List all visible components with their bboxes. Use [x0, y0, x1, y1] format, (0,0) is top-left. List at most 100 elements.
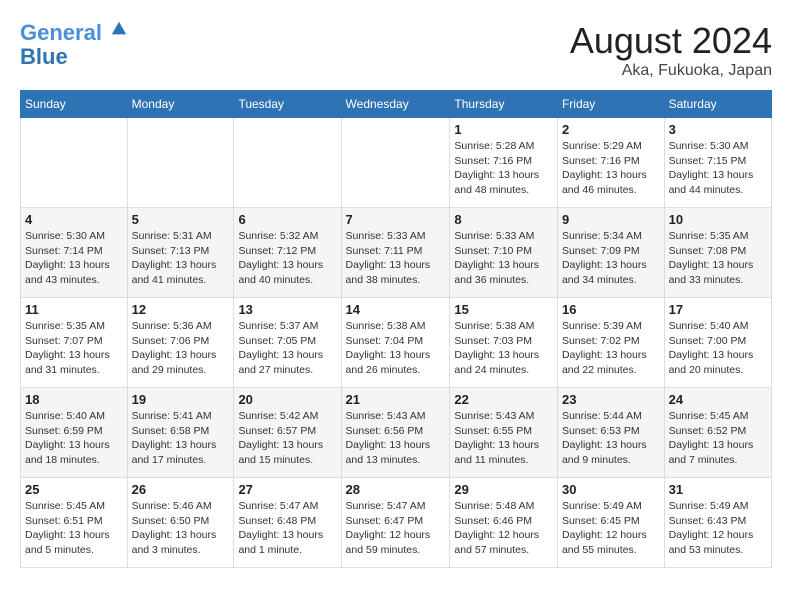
calendar-cell: 3 Sunrise: 5:30 AM Sunset: 7:15 PM Daylig…	[664, 118, 771, 208]
day-info: Sunrise: 5:29 AM Sunset: 7:16 PM Dayligh…	[562, 139, 660, 198]
weekday-header-tuesday: Tuesday	[234, 91, 341, 118]
calendar-cell: 5 Sunrise: 5:31 AM Sunset: 7:13 PM Daylig…	[127, 208, 234, 298]
day-number: 8	[454, 212, 553, 227]
day-number: 24	[669, 392, 767, 407]
calendar-cell: 24 Sunrise: 5:45 AM Sunset: 6:52 PM Dayli…	[664, 388, 771, 478]
day-number: 20	[238, 392, 336, 407]
calendar-cell: 18 Sunrise: 5:40 AM Sunset: 6:59 PM Dayli…	[21, 388, 128, 478]
day-number: 26	[132, 482, 230, 497]
calendar-cell: 16Sunrise: 5:39 AM Sunset: 7:02 PM Dayli…	[557, 298, 664, 388]
day-number: 19	[132, 392, 230, 407]
day-info: Sunrise: 5:40 AM Sunset: 7:00 PM Dayligh…	[669, 319, 767, 378]
calendar-week-3: 11Sunrise: 5:35 AM Sunset: 7:07 PM Dayli…	[21, 298, 772, 388]
calendar-cell: 23 Sunrise: 5:44 AM Sunset: 6:53 PM Dayli…	[557, 388, 664, 478]
day-info: Sunrise: 5:47 AM Sunset: 6:47 PM Dayligh…	[346, 499, 446, 558]
day-info: Sunrise: 5:34 AM Sunset: 7:09 PM Dayligh…	[562, 229, 660, 288]
calendar-cell: 8 Sunrise: 5:33 AM Sunset: 7:10 PM Daylig…	[450, 208, 558, 298]
calendar-cell	[341, 118, 450, 208]
weekday-header-thursday: Thursday	[450, 91, 558, 118]
day-info: Sunrise: 5:30 AM Sunset: 7:15 PM Dayligh…	[669, 139, 767, 198]
calendar-cell: 1 Sunrise: 5:28 AM Sunset: 7:16 PM Daylig…	[450, 118, 558, 208]
day-info: Sunrise: 5:41 AM Sunset: 6:58 PM Dayligh…	[132, 409, 230, 468]
calendar-cell: 29 Sunrise: 5:48 AM Sunset: 6:46 PM Dayli…	[450, 478, 558, 568]
day-number: 2	[562, 122, 660, 137]
day-info: Sunrise: 5:32 AM Sunset: 7:12 PM Dayligh…	[238, 229, 336, 288]
weekday-header-sunday: Sunday	[21, 91, 128, 118]
day-info: Sunrise: 5:35 AM Sunset: 7:07 PM Dayligh…	[25, 319, 123, 378]
calendar-cell: 7Sunrise: 5:33 AM Sunset: 7:11 PM Daylig…	[341, 208, 450, 298]
calendar-cell	[127, 118, 234, 208]
calendar-cell: 19 Sunrise: 5:41 AM Sunset: 6:58 PM Dayli…	[127, 388, 234, 478]
calendar-cell: 15 Sunrise: 5:38 AM Sunset: 7:03 PM Dayli…	[450, 298, 558, 388]
day-number: 28	[346, 482, 446, 497]
day-number: 3	[669, 122, 767, 137]
calendar-cell: 21Sunrise: 5:43 AM Sunset: 6:56 PM Dayli…	[341, 388, 450, 478]
calendar-cell: 20 Sunrise: 5:42 AM Sunset: 6:57 PM Dayli…	[234, 388, 341, 478]
calendar-cell: 17 Sunrise: 5:40 AM Sunset: 7:00 PM Dayli…	[664, 298, 771, 388]
day-number: 29	[454, 482, 553, 497]
weekday-header-friday: Friday	[557, 91, 664, 118]
day-info: Sunrise: 5:49 AM Sunset: 6:45 PM Dayligh…	[562, 499, 660, 558]
day-info: Sunrise: 5:37 AM Sunset: 7:05 PM Dayligh…	[238, 319, 336, 378]
day-number: 21	[346, 392, 446, 407]
calendar-cell: 25Sunrise: 5:45 AM Sunset: 6:51 PM Dayli…	[21, 478, 128, 568]
day-number: 14	[346, 302, 446, 317]
calendar-cell: 14 Sunrise: 5:38 AM Sunset: 7:04 PM Dayli…	[341, 298, 450, 388]
calendar-cell: 22 Sunrise: 5:43 AM Sunset: 6:55 PM Dayli…	[450, 388, 558, 478]
logo-text-line2: Blue	[20, 45, 68, 69]
calendar-cell	[21, 118, 128, 208]
calendar-cell: 12Sunrise: 5:36 AM Sunset: 7:06 PM Dayli…	[127, 298, 234, 388]
day-number: 1	[454, 122, 553, 137]
day-info: Sunrise: 5:33 AM Sunset: 7:11 PM Dayligh…	[346, 229, 446, 288]
day-info: Sunrise: 5:38 AM Sunset: 7:03 PM Dayligh…	[454, 319, 553, 378]
day-number: 23	[562, 392, 660, 407]
calendar-week-2: 4 Sunrise: 5:30 AM Sunset: 7:14 PM Daylig…	[21, 208, 772, 298]
day-number: 9	[562, 212, 660, 227]
calendar-cell: 31Sunrise: 5:49 AM Sunset: 6:43 PM Dayli…	[664, 478, 771, 568]
day-number: 17	[669, 302, 767, 317]
weekday-header-monday: Monday	[127, 91, 234, 118]
day-number: 27	[238, 482, 336, 497]
calendar-week-1: 1 Sunrise: 5:28 AM Sunset: 7:16 PM Daylig…	[21, 118, 772, 208]
calendar-cell: 9 Sunrise: 5:34 AM Sunset: 7:09 PM Daylig…	[557, 208, 664, 298]
calendar-week-5: 25Sunrise: 5:45 AM Sunset: 6:51 PM Dayli…	[21, 478, 772, 568]
logo: General Blue	[20, 20, 128, 69]
day-info: Sunrise: 5:44 AM Sunset: 6:53 PM Dayligh…	[562, 409, 660, 468]
day-info: Sunrise: 5:31 AM Sunset: 7:13 PM Dayligh…	[132, 229, 230, 288]
day-info: Sunrise: 5:43 AM Sunset: 6:55 PM Dayligh…	[454, 409, 553, 468]
day-info: Sunrise: 5:42 AM Sunset: 6:57 PM Dayligh…	[238, 409, 336, 468]
day-info: Sunrise: 5:30 AM Sunset: 7:14 PM Dayligh…	[25, 229, 123, 288]
day-info: Sunrise: 5:45 AM Sunset: 6:51 PM Dayligh…	[25, 499, 123, 558]
title-block: August 2024 Aka, Fukuoka, Japan	[570, 20, 772, 80]
day-info: Sunrise: 5:28 AM Sunset: 7:16 PM Dayligh…	[454, 139, 553, 198]
day-info: Sunrise: 5:45 AM Sunset: 6:52 PM Dayligh…	[669, 409, 767, 468]
day-info: Sunrise: 5:48 AM Sunset: 6:46 PM Dayligh…	[454, 499, 553, 558]
day-number: 4	[25, 212, 123, 227]
day-number: 5	[132, 212, 230, 227]
day-number: 10	[669, 212, 767, 227]
calendar-cell: 26 Sunrise: 5:46 AM Sunset: 6:50 PM Dayli…	[127, 478, 234, 568]
calendar-subtitle: Aka, Fukuoka, Japan	[570, 62, 772, 80]
day-number: 18	[25, 392, 123, 407]
calendar-cell: 30Sunrise: 5:49 AM Sunset: 6:45 PM Dayli…	[557, 478, 664, 568]
day-info: Sunrise: 5:46 AM Sunset: 6:50 PM Dayligh…	[132, 499, 230, 558]
day-info: Sunrise: 5:38 AM Sunset: 7:04 PM Dayligh…	[346, 319, 446, 378]
day-number: 22	[454, 392, 553, 407]
day-info: Sunrise: 5:47 AM Sunset: 6:48 PM Dayligh…	[238, 499, 336, 558]
calendar-cell: 2 Sunrise: 5:29 AM Sunset: 7:16 PM Daylig…	[557, 118, 664, 208]
day-number: 15	[454, 302, 553, 317]
weekday-header-wednesday: Wednesday	[341, 91, 450, 118]
calendar-title: August 2024	[570, 20, 772, 62]
calendar-table: SundayMondayTuesdayWednesdayThursdayFrid…	[20, 90, 772, 568]
day-info: Sunrise: 5:33 AM Sunset: 7:10 PM Dayligh…	[454, 229, 553, 288]
page-header: General Blue August 2024 Aka, Fukuoka, J…	[20, 20, 772, 80]
calendar-cell: 4 Sunrise: 5:30 AM Sunset: 7:14 PM Daylig…	[21, 208, 128, 298]
calendar-cell: 28 Sunrise: 5:47 AM Sunset: 6:47 PM Dayli…	[341, 478, 450, 568]
day-number: 13	[238, 302, 336, 317]
day-number: 31	[669, 482, 767, 497]
weekday-header-saturday: Saturday	[664, 91, 771, 118]
day-number: 6	[238, 212, 336, 227]
calendar-week-4: 18 Sunrise: 5:40 AM Sunset: 6:59 PM Dayli…	[21, 388, 772, 478]
calendar-cell: 11Sunrise: 5:35 AM Sunset: 7:07 PM Dayli…	[21, 298, 128, 388]
day-info: Sunrise: 5:40 AM Sunset: 6:59 PM Dayligh…	[25, 409, 123, 468]
